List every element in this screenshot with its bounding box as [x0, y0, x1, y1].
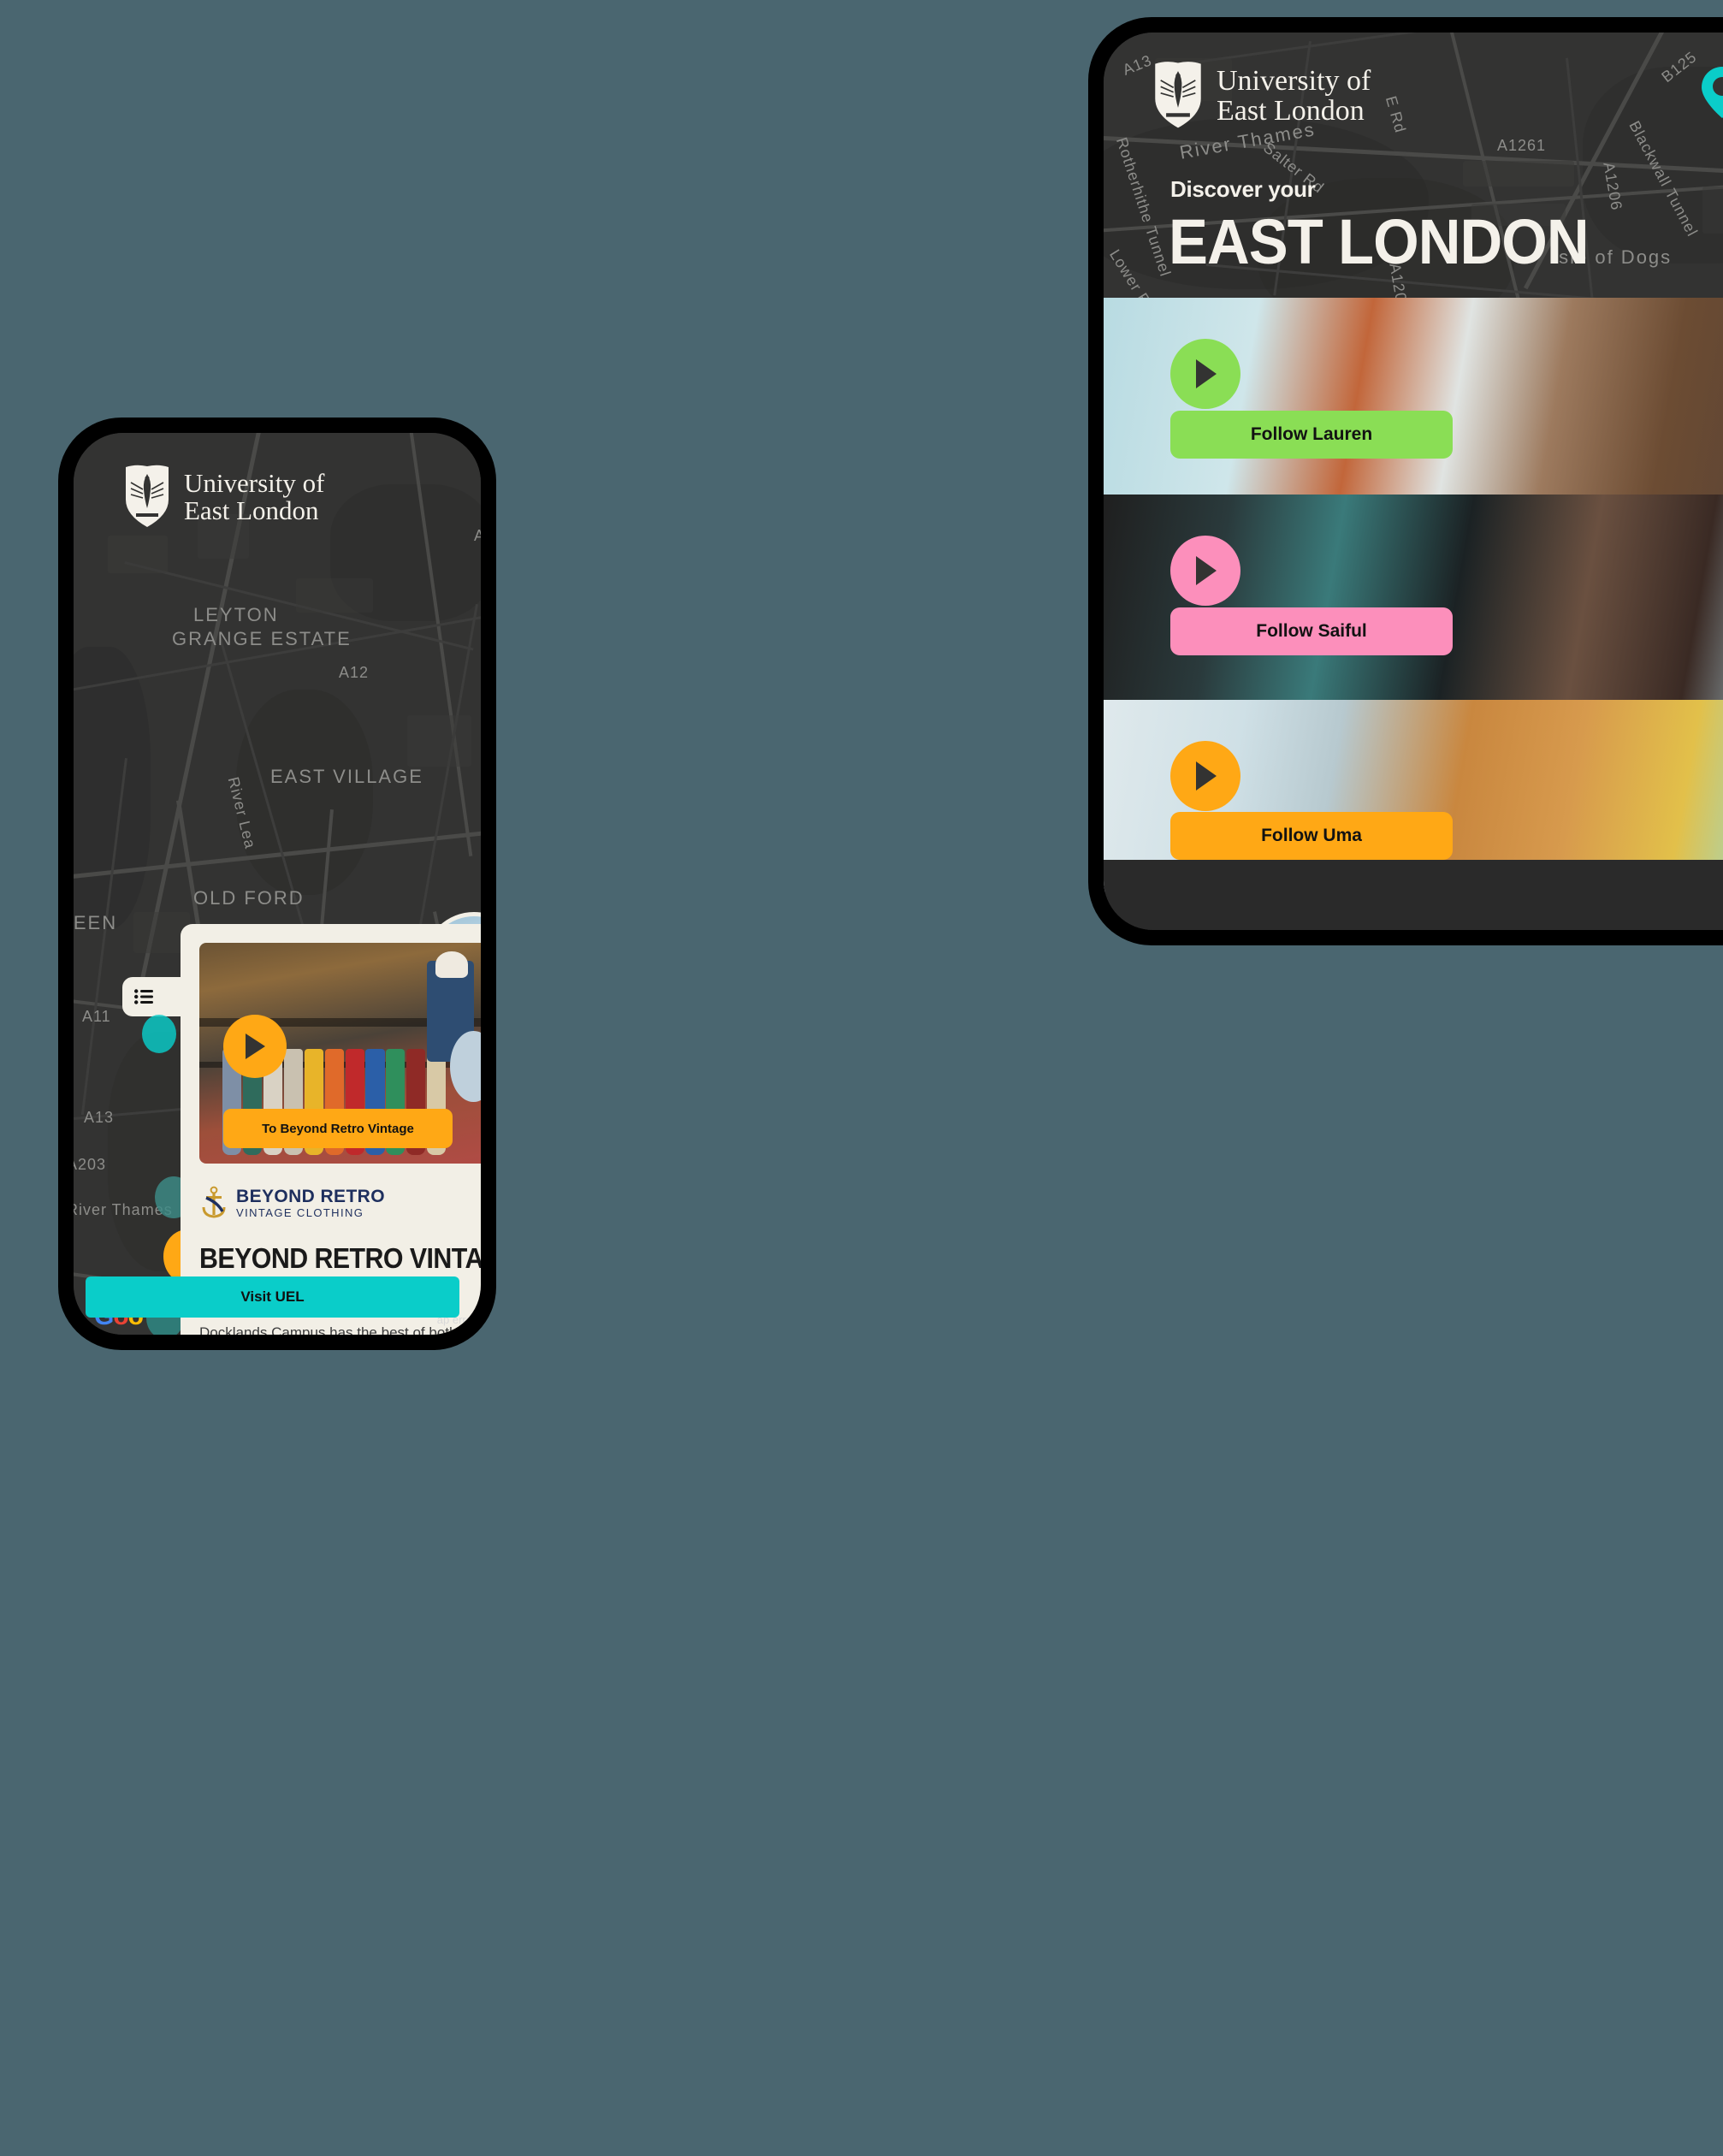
- visit-uel-button[interactable]: Visit UEL: [86, 1276, 459, 1318]
- poi-title: BEYOND RETRO VINTAGE: [199, 1242, 481, 1274]
- uel-brand-line2: East London: [184, 495, 319, 525]
- map-label: A11: [82, 1008, 111, 1025]
- map-label: LEYTON: [193, 604, 279, 625]
- beyond-retro-anchor-logo: [202, 1186, 226, 1218]
- poi-cta-button[interactable]: To Beyond Retro Vintage: [223, 1109, 453, 1148]
- map-dot-marker: [142, 1015, 176, 1053]
- map-label: REEN: [74, 912, 118, 933]
- video-card[interactable]: Follow Lauren: [1104, 298, 1723, 495]
- map-label: OLD FORD: [193, 887, 305, 909]
- poi-brand-line2: VINTAGE CLOTHING: [236, 1206, 364, 1219]
- hero-title: EAST LONDON: [1169, 206, 1590, 277]
- follow-button[interactable]: Follow Uma: [1170, 812, 1453, 860]
- poi-video-thumbnail[interactable]: To Beyond Retro Vintage: [199, 943, 481, 1164]
- list-icon: [134, 989, 153, 1004]
- play-icon: [1196, 556, 1217, 585]
- play-button[interactable]: [1170, 741, 1240, 811]
- right-phone-mockup: A13 B125 River Thames Rotherhithe Tunnel…: [1088, 17, 1723, 945]
- uel-brand-name: University of East London: [1217, 64, 1371, 127]
- play-icon: [246, 1034, 265, 1059]
- map-label: E Rd: [1382, 94, 1410, 135]
- hero-subtitle: Discover your: [1170, 176, 1316, 202]
- map-label: A1261: [1497, 137, 1547, 154]
- map-label: A12: [339, 664, 370, 681]
- right-phone-footer: [1104, 860, 1723, 930]
- play-icon: [1196, 359, 1217, 388]
- map-label: A1: [474, 527, 481, 544]
- right-phone-screen: A13 B125 River Thames Rotherhithe Tunnel…: [1104, 33, 1723, 930]
- right-phone-header: A13 B125 River Thames Rotherhithe Tunnel…: [1104, 33, 1723, 298]
- uel-brand-line1: University of: [1217, 64, 1371, 97]
- left-phone-mockup: LEYTON GRANGE ESTATE EAST VILLAGE River …: [58, 418, 496, 1350]
- location-pin-icon[interactable]: [1701, 65, 1723, 124]
- map-label: EAST VILLAGE: [270, 766, 423, 787]
- poi-brand-lockup: BEYOND RETRO VINTAGE CLOTHING: [199, 1186, 481, 1220]
- uel-brand-line1: University of: [184, 467, 325, 498]
- follow-button[interactable]: Follow Lauren: [1170, 411, 1453, 459]
- uel-brand-line2: East London: [1217, 95, 1365, 127]
- map-label: A13: [84, 1109, 115, 1126]
- follow-button[interactable]: Follow Saiful: [1170, 607, 1453, 655]
- poi-info-card: To Beyond Retro Vintage BEYOND RETRO VIN…: [181, 924, 481, 1335]
- poi-brand-line1: BEYOND RETRO: [236, 1187, 385, 1206]
- left-phone-screen: LEYTON GRANGE ESTATE EAST VILLAGE River …: [74, 433, 481, 1335]
- play-icon: [1196, 761, 1217, 791]
- uel-brand-lockup: University of East London: [1152, 60, 1371, 132]
- uel-brand-lockup: University of East London: [122, 464, 324, 530]
- video-card[interactable]: Follow Saiful: [1104, 495, 1723, 700]
- uel-crest-logo: [1155, 62, 1201, 128]
- map-label: GRANGE ESTATE: [172, 628, 352, 649]
- uel-brand-name: University of East London: [184, 467, 325, 525]
- poi-play-button[interactable]: [223, 1015, 287, 1078]
- play-button[interactable]: [1170, 339, 1240, 409]
- map-label: A203: [74, 1156, 107, 1173]
- uel-crest-logo: [126, 465, 169, 527]
- map-label: A13: [1120, 51, 1155, 79]
- play-button[interactable]: [1170, 536, 1240, 606]
